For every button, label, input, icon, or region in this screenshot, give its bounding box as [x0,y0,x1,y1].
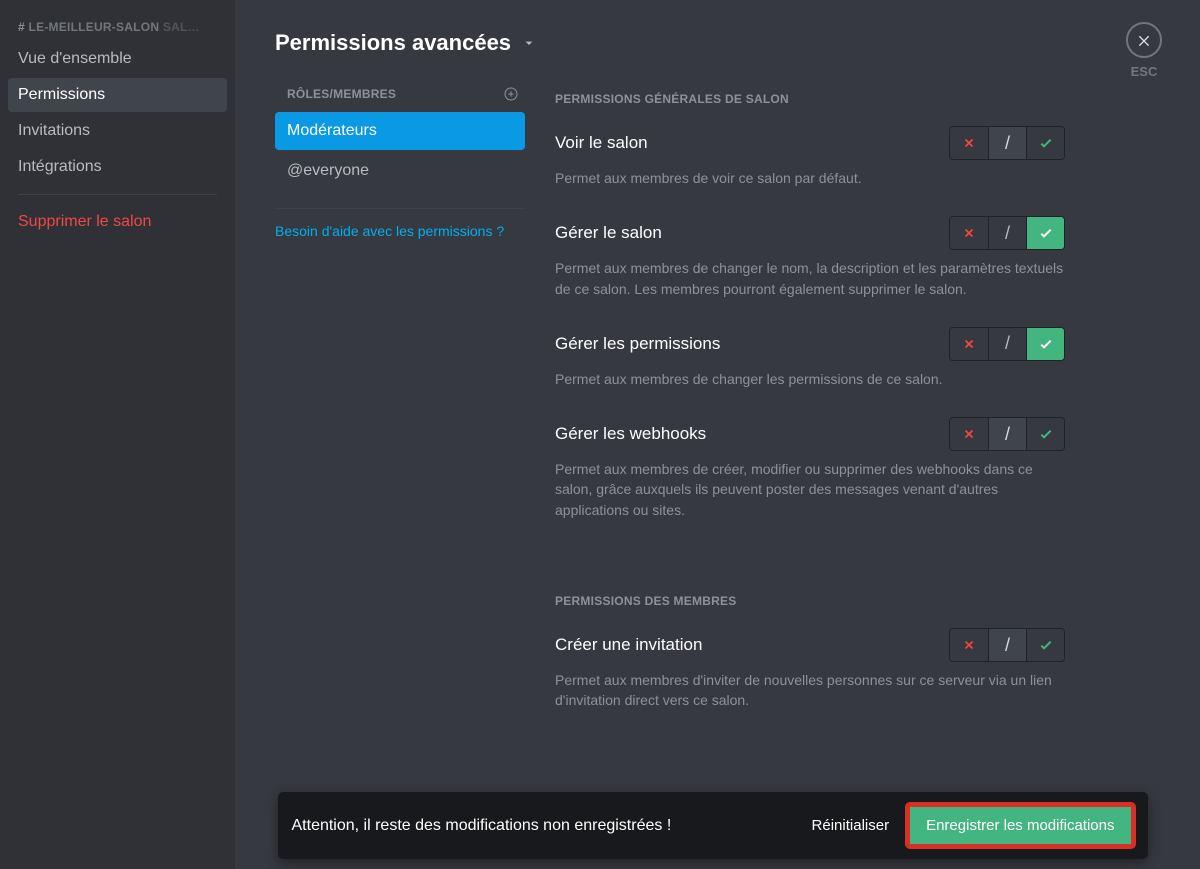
close-block: ESC [1126,22,1162,79]
permissions-column: PERMISSIONS GÉNÉRALES DE SALON Voir le sa… [555,86,1065,739]
toggle-passthrough[interactable]: / [988,328,1026,360]
main-panel: ESC Permissions avancées RÔLES/MEMBRES M… [235,0,1200,869]
unsaved-changes-bar: Attention, il reste des modifications no… [278,792,1148,859]
role-item-everyone[interactable]: @everyone [275,152,525,190]
permission-row: Créer une invitation / Permet aux membres … [555,628,1065,711]
roles-header-label: RÔLES/MEMBRES [287,87,396,101]
permission-title: Voir le salon [555,133,648,153]
sidebar-item-overview[interactable]: Vue d'ensemble [8,42,227,76]
permission-title: Créer une invitation [555,635,702,655]
check-icon [1038,637,1054,653]
channel-header: # LE-MEILLEUR-SALON SAL… [8,20,227,42]
permission-row: Gérer les webhooks / Permet aux membres de… [555,417,1065,520]
permission-toggle: / [949,628,1065,662]
toggle-passthrough[interactable]: / [988,217,1026,249]
reset-button[interactable]: Réinitialiser [812,817,890,834]
toggle-allow[interactable] [1026,418,1064,450]
close-button[interactable] [1126,22,1162,58]
x-icon [962,427,976,441]
x-icon [962,136,976,150]
toggle-passthrough[interactable]: / [988,127,1026,159]
check-icon [1038,426,1054,442]
roles-divider [275,208,525,209]
sidebar-item-integrations[interactable]: Intégrations [8,150,227,184]
add-role-button[interactable] [503,86,519,102]
toggle-passthrough[interactable]: / [988,418,1026,450]
page-header: Permissions avancées [275,30,1160,56]
toggle-deny[interactable] [950,629,988,661]
toggle-allow[interactable] [1026,127,1064,159]
sidebar-divider [18,194,217,195]
page-title: Permissions avancées [275,30,511,56]
roles-header: RÔLES/MEMBRES [275,86,525,102]
permission-row: Gérer les permissions / Permet aux membres… [555,327,1065,389]
roles-column: RÔLES/MEMBRES Modérateurs @everyone Beso… [275,86,525,739]
permission-toggle: / [949,417,1065,451]
permission-description: Permet aux membres de créer, modifier ou… [555,459,1065,520]
x-icon [962,337,976,351]
permission-toggle: / [949,126,1065,160]
permission-section-header: PERMISSIONS DES MEMBRES [555,594,1065,608]
check-icon [1038,135,1054,151]
permission-toggle: / [949,216,1065,250]
channel-name: LE-MEILLEUR-SALON [29,20,160,34]
permissions-help-link[interactable]: Besoin d'aide avec les permissions ? [275,223,525,239]
hash-prefix: # [18,20,29,34]
permission-toggle: / [949,327,1065,361]
permission-row: Voir le salon / Permet aux membres de voir… [555,126,1065,188]
toggle-allow[interactable] [1026,217,1064,249]
toggle-deny[interactable] [950,418,988,450]
check-icon [1038,225,1054,241]
toggle-passthrough[interactable]: / [988,629,1026,661]
toggle-deny[interactable] [950,217,988,249]
sidebar-item-permissions[interactable]: Permissions [8,78,227,112]
channel-name-truncated: SAL… [159,20,200,34]
settings-sidebar: # LE-MEILLEUR-SALON SAL… Vue d'ensemble … [0,0,235,869]
save-button[interactable]: Enregistrer les modifications [907,804,1133,847]
chevron-down-icon[interactable] [521,35,537,51]
toggle-allow[interactable] [1026,328,1064,360]
permission-row: Gérer le salon / Permet aux membres de cha… [555,216,1065,299]
x-icon [962,638,976,652]
permission-title: Gérer le salon [555,223,662,243]
sidebar-item-invites[interactable]: Invitations [8,114,227,148]
close-icon [1136,32,1152,48]
permission-description: Permet aux membres de changer le nom, la… [555,258,1065,299]
permission-section-header: PERMISSIONS GÉNÉRALES DE SALON [555,92,1065,106]
toggle-deny[interactable] [950,127,988,159]
permission-description: Permet aux membres de changer les permis… [555,369,1065,389]
permission-description: Permet aux membres d'inviter de nouvelle… [555,670,1065,711]
permission-description: Permet aux membres de voir ce salon par … [555,168,1065,188]
check-icon [1038,336,1054,352]
role-item-moderators[interactable]: Modérateurs [275,112,525,150]
permission-title: Gérer les permissions [555,334,720,354]
sidebar-item-delete-channel[interactable]: Supprimer le salon [8,205,227,239]
permission-title: Gérer les webhooks [555,424,706,444]
x-icon [962,226,976,240]
toggle-deny[interactable] [950,328,988,360]
unsaved-message: Attention, il reste des modifications no… [292,817,794,835]
plus-circle-icon [503,86,519,102]
toggle-allow[interactable] [1026,629,1064,661]
esc-label: ESC [1131,64,1158,79]
